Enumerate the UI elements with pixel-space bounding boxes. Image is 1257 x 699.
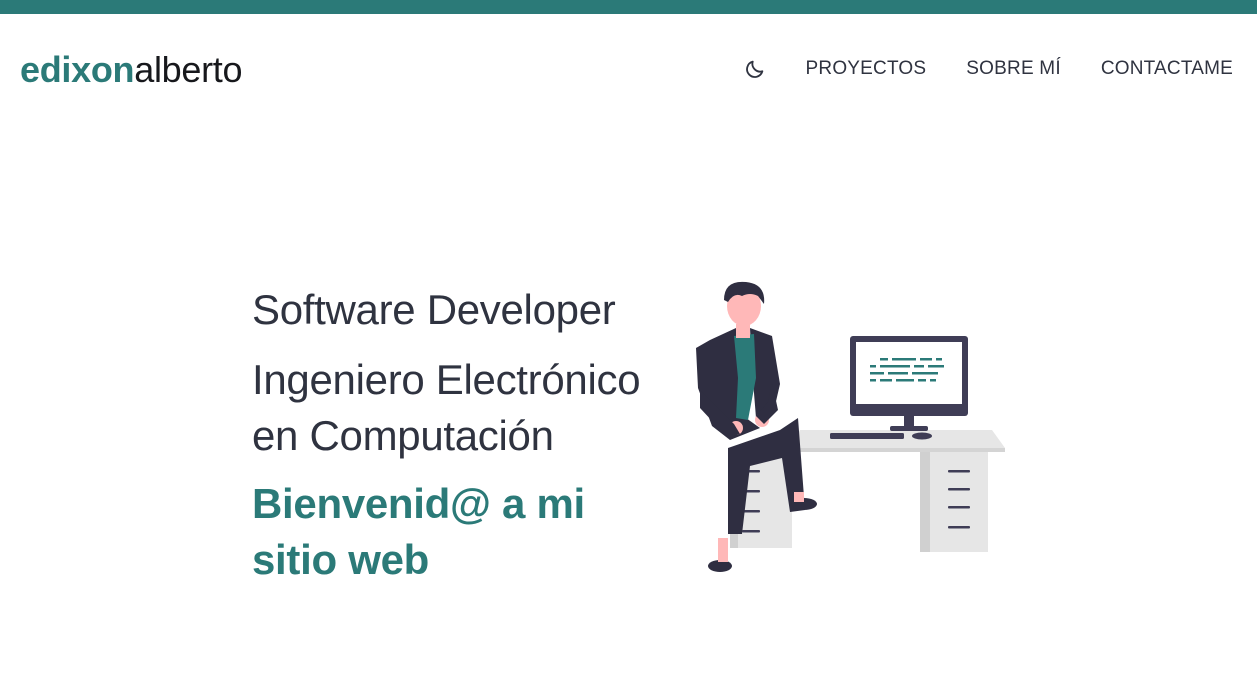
site-logo[interactable]: edixonalberto <box>20 49 243 90</box>
moon-icon <box>745 60 763 78</box>
mouse-icon <box>912 432 932 440</box>
logo-first-part: edixon <box>20 49 135 90</box>
logo-second-part: alberto <box>134 49 243 90</box>
nav-link-proyectos[interactable]: PROYECTOS <box>806 56 927 82</box>
developer-at-desk-illustration <box>696 281 1005 572</box>
nav-link-sobre-mi[interactable]: SOBRE MÍ <box>966 56 1061 82</box>
nav-link-contactame[interactable]: CONTACTAME <box>1101 56 1233 82</box>
hero-text: Software Developer Ingeniero Electrónico… <box>252 282 692 588</box>
welcome-heading: Bienvenid@ a mi sitio web <box>252 480 585 583</box>
main-nav: PROYECTOS SOBRE MÍ CONTACTAME <box>742 56 1233 82</box>
keyboard-icon <box>830 433 904 439</box>
role-software-developer: Software Developer <box>252 286 616 333</box>
site-header: edixonalberto PROYECTOS SOBRE MÍ CONTACT… <box>0 14 1257 126</box>
theme-toggle-button[interactable] <box>742 56 768 82</box>
monitor-icon <box>850 336 968 431</box>
top-accent-bar <box>0 0 1257 14</box>
role-ingeniero: Ingeniero Electrónico en Computación <box>252 356 641 459</box>
